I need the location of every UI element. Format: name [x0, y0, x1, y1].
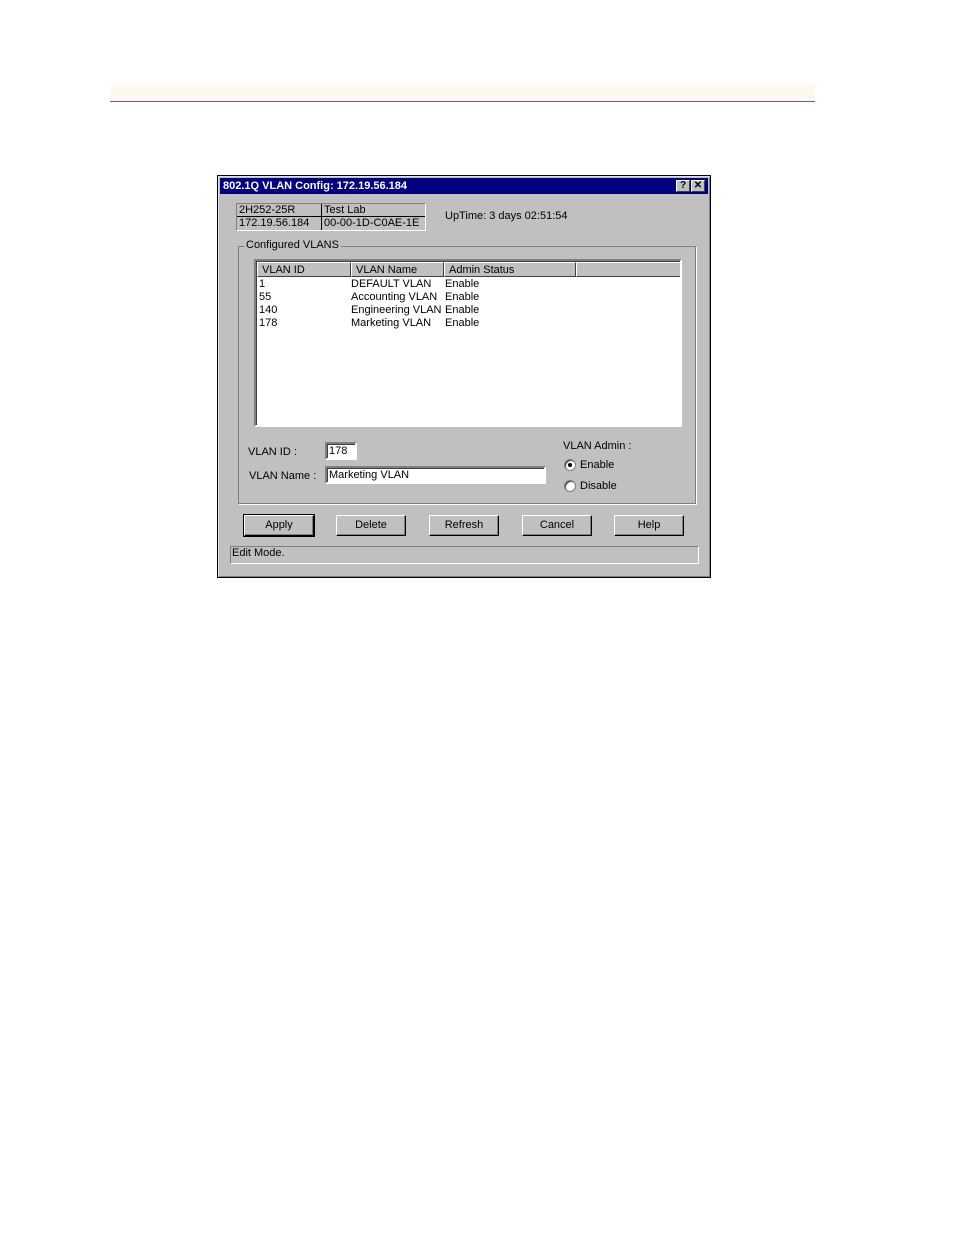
column-header-admin-status[interactable]: Admin Status: [444, 262, 576, 277]
apply-button[interactable]: Apply: [243, 514, 315, 537]
vlan-id-cell: 1: [259, 278, 266, 290]
vlan-name-cell: DEFAULT VLAN: [351, 278, 432, 290]
vlan-name-cell: Marketing VLAN: [351, 317, 432, 329]
vlan-id-cell: 140: [259, 304, 278, 316]
admin-status-cell: Enable: [445, 304, 480, 316]
vlan-name-label: VLAN Name :: [249, 470, 317, 482]
vlan-id-input[interactable]: [325, 442, 357, 460]
vlan-admin-label: VLAN Admin :: [563, 440, 632, 452]
vlan-id-cell: 178: [259, 317, 278, 329]
column-header-vlan-id[interactable]: VLAN ID: [257, 262, 351, 277]
cancel-button[interactable]: Cancel: [522, 515, 592, 536]
device-info-table: 2H252-25R Test Lab 172.19.56.184 00-00-1…: [236, 203, 426, 231]
admin-status-cell: Enable: [445, 278, 480, 290]
refresh-button[interactable]: Refresh: [429, 515, 499, 536]
help-icon[interactable]: ?: [676, 180, 690, 192]
device-name: 2H252-25R: [237, 204, 322, 217]
radio-selected-dot: [568, 463, 572, 467]
vlan-name-input[interactable]: [325, 466, 546, 484]
vlan-name-cell: Engineering VLAN: [351, 304, 442, 316]
disable-radio[interactable]: [564, 480, 576, 492]
enable-radio[interactable]: [564, 459, 576, 471]
enable-label[interactable]: Enable: [580, 459, 614, 471]
vlan-name-cell: Accounting VLAN: [351, 291, 438, 303]
admin-status-cell: Enable: [445, 317, 480, 329]
help-button[interactable]: Help: [614, 515, 684, 536]
close-icon[interactable]: ✕: [691, 180, 705, 192]
column-header-vlan-name[interactable]: VLAN Name: [351, 262, 444, 277]
delete-button[interactable]: Delete: [336, 515, 406, 536]
configured-vlans-label: Configured VLANS: [244, 239, 341, 251]
page-header-band: [110, 85, 815, 102]
device-mac: 00-00-1D-C0AE-1E: [324, 217, 420, 229]
device-ip: 172.19.56.184: [237, 217, 322, 230]
vlan-id-label: VLAN ID :: [248, 446, 297, 458]
vlan-id-cell: 55: [259, 291, 272, 303]
device-location: Test Lab: [322, 204, 425, 217]
dialog-titlebar[interactable]: 802.1Q VLAN Config: 172.19.56.184 ? ✕: [220, 178, 708, 194]
admin-status-cell: Enable: [445, 291, 480, 303]
vlan-config-dialog: 802.1Q VLAN Config: 172.19.56.184 ? ✕ 2H…: [217, 175, 711, 578]
status-bar: Edit Mode.: [230, 546, 699, 564]
disable-label[interactable]: Disable: [580, 480, 617, 492]
vlan-list[interactable]: VLAN ID VLAN Name Admin Status 1 DEFAULT…: [254, 259, 682, 427]
uptime-text: UpTime: 3 days 02:51:54: [445, 210, 568, 222]
column-header-empty: [576, 262, 680, 277]
dialog-title: 802.1Q VLAN Config: 172.19.56.184: [223, 180, 408, 192]
